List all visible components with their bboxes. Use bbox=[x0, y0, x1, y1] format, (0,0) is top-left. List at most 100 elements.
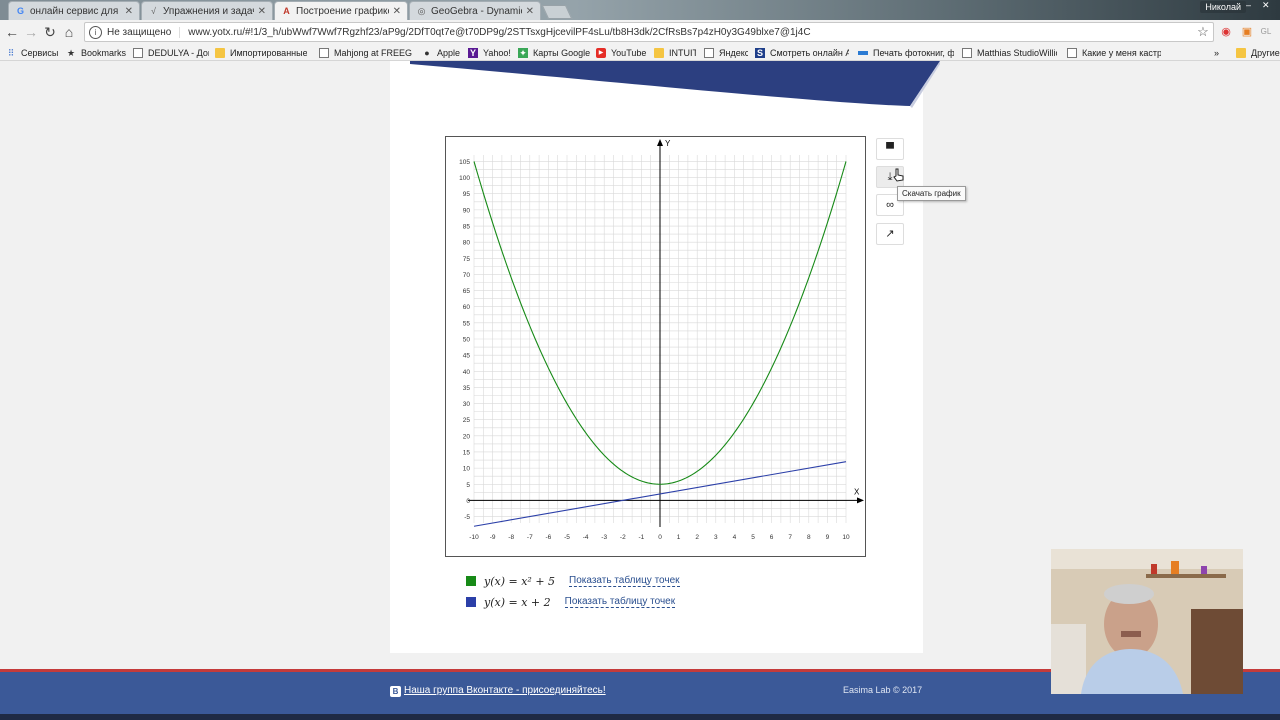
y-tick-label: 15 bbox=[463, 449, 471, 456]
show-points-table-link[interactable]: Показать таблицу точек bbox=[569, 575, 680, 587]
y-tick-label: 5 bbox=[466, 482, 470, 489]
y-axis-arrow bbox=[657, 139, 663, 146]
bookmark-label: Смотреть онлайн А bbox=[770, 47, 849, 58]
folder-icon bbox=[215, 47, 225, 58]
webcam-overlay bbox=[1051, 549, 1243, 694]
bookmark-label: Mahjong at FREEGAM bbox=[334, 47, 412, 58]
bookmark-item[interactable]: ▶ YouTube bbox=[596, 45, 648, 60]
x-tick-label: -1 bbox=[639, 534, 645, 541]
s-icon: S bbox=[755, 47, 765, 58]
y-tick-label: 0 bbox=[466, 498, 470, 505]
browser-tab-0[interactable]: G онлайн сервис для изу ✕ bbox=[8, 1, 140, 20]
x-tick-label: 2 bbox=[695, 534, 699, 541]
bookmark-item[interactable]: ⠿ Сервисы bbox=[6, 45, 64, 60]
bookmark-item[interactable]: Печать фотокниг, ф bbox=[858, 45, 954, 60]
tab-label: GeoGebra - Dynamic M bbox=[431, 5, 522, 17]
printer-icon: ▀ bbox=[886, 143, 894, 155]
close-icon[interactable]: ✕ bbox=[125, 6, 133, 17]
legend-item: y(x) = x² + 5 Показать таблицу точек bbox=[466, 574, 680, 588]
share-icon: ↗ bbox=[885, 228, 895, 240]
youtube-icon: ▶ bbox=[596, 47, 606, 58]
bookmark-item[interactable]: Y Yahoo! bbox=[468, 45, 512, 60]
browser-tab-1[interactable]: √ Упражнения и задачи ✕ bbox=[141, 1, 273, 20]
x-tick-label: -9 bbox=[490, 534, 496, 541]
share-button[interactable]: ↗ bbox=[876, 223, 904, 245]
x-tick-label: -4 bbox=[583, 534, 589, 541]
maps-icon: ✦ bbox=[518, 47, 528, 58]
new-tab-button[interactable] bbox=[541, 5, 573, 19]
tab-label: Построение графиков bbox=[296, 5, 389, 17]
back-icon[interactable]: ← bbox=[3, 23, 21, 41]
close-icon[interactable]: ✕ bbox=[526, 6, 534, 17]
y-tick-label: 95 bbox=[463, 191, 471, 198]
y-tick-label: 65 bbox=[463, 288, 471, 295]
info-icon[interactable]: i bbox=[89, 25, 102, 39]
bookmark-item[interactable]: Импортированные bbox=[215, 45, 307, 60]
folder-icon bbox=[654, 47, 664, 58]
legend-formula: y(x) = x + 2 bbox=[484, 595, 551, 609]
y-tick-label: 45 bbox=[463, 353, 471, 360]
bookmark-label: Matthias StudioWillic bbox=[977, 47, 1057, 58]
x-tick-label: -6 bbox=[546, 534, 552, 541]
page-icon bbox=[133, 47, 143, 58]
home-icon[interactable]: ⌂ bbox=[60, 23, 78, 41]
bookmark-item[interactable]: Какие у меня кастр bbox=[1067, 45, 1161, 60]
bookmark-item[interactable]: Mahjong at FREEGAM bbox=[319, 45, 412, 60]
address-bar[interactable]: i Не защищено www.yotx.ru/#!1/3_h/ubWwf7… bbox=[84, 22, 1214, 42]
bookmark-star-icon[interactable]: ☆ bbox=[1195, 24, 1211, 40]
x-tick-label: 8 bbox=[807, 534, 811, 541]
other-bookmarks[interactable]: Другие bbox=[1236, 45, 1280, 60]
y-tick-label: 80 bbox=[463, 240, 471, 247]
forward-icon[interactable]: → bbox=[22, 23, 40, 41]
page-icon bbox=[962, 47, 972, 58]
bookmark-label: Yahoo! bbox=[483, 47, 511, 58]
minimize-icon[interactable]: – bbox=[1246, 0, 1258, 14]
security-label[interactable]: Не защищено bbox=[107, 26, 181, 38]
bookmark-item[interactable]: ✦ Карты Google bbox=[518, 45, 592, 60]
apps-grid-icon: ⠿ bbox=[7, 47, 15, 58]
extension-icon[interactable]: ▣ bbox=[1240, 25, 1254, 39]
bookmark-label: Карты Google bbox=[533, 47, 591, 58]
y-tick-label: 40 bbox=[463, 369, 471, 376]
bookmark-item[interactable]: INTUIT bbox=[654, 45, 696, 60]
y-tick-label: 60 bbox=[463, 304, 471, 311]
y-tick-label: 25 bbox=[463, 417, 471, 424]
close-window-icon[interactable]: ✕ bbox=[1262, 0, 1274, 14]
x-tick-label: 6 bbox=[770, 534, 774, 541]
x-tick-label: 3 bbox=[714, 534, 718, 541]
bookmark-item[interactable]: Matthias StudioWillic bbox=[962, 45, 1057, 60]
browser-tab-3[interactable]: ◎ GeoGebra - Dynamic M ✕ bbox=[409, 1, 541, 20]
x-tick-label: 9 bbox=[826, 534, 830, 541]
extension-icon[interactable]: GL bbox=[1259, 25, 1273, 39]
x-tick-label: -5 bbox=[564, 534, 570, 541]
close-icon[interactable]: ✕ bbox=[258, 6, 266, 17]
print-button[interactable]: ▀ bbox=[876, 138, 904, 160]
browser-tab-2[interactable]: A Построение графиков ✕ bbox=[274, 1, 408, 20]
bookmarks-overflow-button[interactable]: » bbox=[1214, 45, 1224, 60]
bookmark-item[interactable]: ★ Bookmarks bbox=[66, 45, 128, 60]
x-tick-label: -7 bbox=[527, 534, 533, 541]
bookmark-item[interactable]: DEDULYA - Дом bbox=[133, 45, 209, 60]
reload-icon[interactable]: ↻ bbox=[41, 23, 59, 41]
link-icon: ∞ bbox=[886, 199, 894, 211]
show-points-table-link[interactable]: Показать таблицу точек bbox=[564, 596, 676, 608]
y-tick-label: 55 bbox=[463, 320, 471, 327]
legend-formula: y(x) = x² + 5 bbox=[484, 574, 556, 588]
vk-group-link[interactable]: Наша группа Вконтакте - присоединяйтесь! bbox=[404, 685, 606, 696]
close-icon[interactable]: ✕ bbox=[393, 6, 401, 17]
bookmark-label: DEDULYA - Дом bbox=[148, 47, 209, 58]
bookmark-item[interactable]: Яндекс bbox=[704, 45, 748, 60]
tooltip: Скачать график bbox=[897, 186, 966, 201]
geogebra-favicon-icon: ◎ bbox=[417, 5, 426, 16]
star-icon: ★ bbox=[66, 47, 76, 58]
bookmark-item[interactable]: S Смотреть онлайн А bbox=[755, 45, 849, 60]
bookmark-item[interactable]: ● Apple bbox=[422, 45, 464, 60]
bookmark-label: Яндекс bbox=[719, 47, 748, 58]
photobook-icon bbox=[858, 50, 868, 55]
extension-icon[interactable]: ◉ bbox=[1219, 25, 1233, 39]
chart-canvas: XY-10 -9 -8 -7 -6 -5 -4 -3 -2 -1 0 1 2 3 4 5 6 7 8 9 10-5051… bbox=[459, 139, 864, 541]
y-tick-label: -5 bbox=[464, 514, 470, 521]
function-graph[interactable]: X Y -10 -9 -8 -7 -6 -5 -4 -3 -2 -1 0 1 2 3 4 5 6 7 8 9 10 -5 0 5 1… bbox=[445, 136, 866, 557]
url-text[interactable]: www.yotx.ru/#!1/3_h/ubWwf7Wwf7Rgzhf23/aP… bbox=[188, 27, 1195, 38]
profile-name[interactable]: Николай bbox=[1200, 1, 1246, 13]
